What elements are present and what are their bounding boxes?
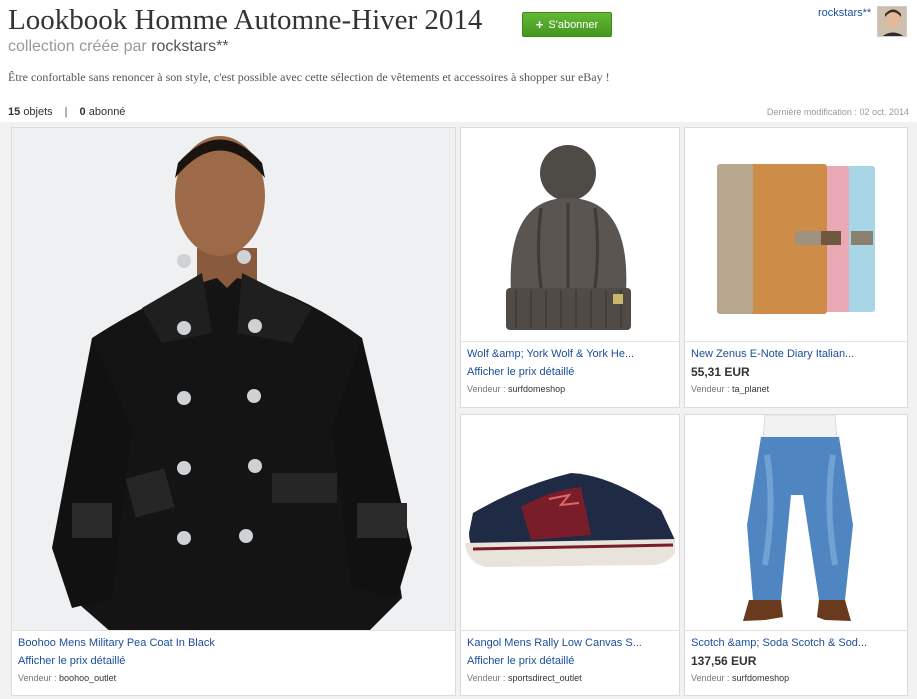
item-title-link[interactable]: New Zenus E-Note Diary Italian...	[691, 348, 901, 360]
stats-separator: |	[64, 106, 68, 118]
item-image[interactable]	[461, 415, 679, 633]
price-detail-link[interactable]: Afficher le prix détaillé	[467, 366, 574, 378]
collection-stats: 15 objets | 0 abonné	[8, 106, 125, 118]
byline-prefix: collection créée par	[8, 38, 147, 55]
item-card[interactable]: Boohoo Mens Military Pea Coat In Black A…	[11, 127, 456, 696]
collection-byline: collection créée par rockstars**	[8, 38, 229, 56]
seller-name: surfdomeshop	[732, 673, 790, 683]
seller-name: boohoo_outlet	[59, 673, 117, 683]
item-image[interactable]	[461, 128, 679, 344]
user-name-link[interactable]: rockstars**	[818, 7, 871, 19]
item-card[interactable]: New Zenus E-Note Diary Italian... 55,31 …	[684, 127, 908, 408]
subscribe-label: S'abonner	[548, 18, 599, 31]
jeans-image	[685, 415, 907, 633]
item-seller: Vendeur : ta_planet	[691, 384, 769, 394]
seller-label: Vendeur :	[691, 384, 730, 394]
collection-description: Être confortable sans renoncer à son sty…	[8, 70, 610, 84]
item-seller: Vendeur : boohoo_outlet	[18, 673, 116, 683]
user-avatar-image	[878, 7, 906, 36]
last-modified-label: Dernière modification :	[766, 107, 857, 117]
plus-icon: +	[535, 17, 544, 32]
item-card[interactable]: Wolf &amp; York Wolf & York He... Affich…	[460, 127, 680, 408]
item-info: New Zenus E-Note Diary Italian... 55,31 …	[685, 341, 907, 407]
diary-case-image	[685, 128, 907, 344]
seller-name: surfdomeshop	[508, 384, 566, 394]
pea-coat-image	[12, 128, 455, 633]
item-info: Boohoo Mens Military Pea Coat In Black A…	[12, 630, 455, 695]
seller-label: Vendeur :	[467, 673, 506, 683]
item-title-link[interactable]: Wolf &amp; York Wolf & York He...	[467, 348, 673, 360]
seller-name: sportsdirect_outlet	[508, 673, 582, 683]
avatar[interactable]	[877, 6, 907, 37]
item-info: Kangol Mens Rally Low Canvas S... Affich…	[461, 630, 679, 695]
item-seller: Vendeur : surfdomeshop	[691, 673, 789, 683]
owner-link[interactable]: rockstars**	[151, 38, 228, 55]
seller-name: ta_planet	[732, 384, 770, 394]
item-title-link[interactable]: Scotch &amp; Soda Scotch & Sod...	[691, 637, 901, 649]
seller-label: Vendeur :	[691, 673, 730, 683]
item-card[interactable]: Scotch &amp; Soda Scotch & Sod... 137,56…	[684, 414, 908, 696]
item-title-link[interactable]: Boohoo Mens Military Pea Coat In Black	[18, 637, 449, 649]
sneaker-image	[461, 415, 679, 633]
item-image[interactable]	[685, 128, 907, 344]
item-info: Scotch &amp; Soda Scotch & Sod... 137,56…	[685, 630, 907, 695]
item-price: 137,56 EUR	[691, 654, 757, 668]
seller-label: Vendeur :	[18, 673, 57, 683]
item-price: 55,31 EUR	[691, 365, 750, 379]
subscribe-button[interactable]: + S'abonner	[522, 12, 612, 37]
beanie-image	[461, 128, 679, 344]
follower-count-label: abonné	[88, 106, 126, 118]
page-title: Lookbook Homme Automne-Hiver 2014	[8, 4, 483, 36]
last-modified: Dernière modification : 02 oct. 2014	[767, 107, 909, 117]
item-seller: Vendeur : sportsdirect_outlet	[467, 673, 582, 683]
last-modified-date: 02 oct. 2014	[859, 107, 909, 117]
follower-count: 0	[79, 106, 86, 118]
item-info: Wolf &amp; York Wolf & York He... Affich…	[461, 341, 679, 407]
item-image[interactable]	[685, 415, 907, 633]
item-image[interactable]	[12, 128, 455, 633]
item-count: 15	[8, 106, 21, 118]
price-detail-link[interactable]: Afficher le prix détaillé	[467, 655, 574, 667]
seller-label: Vendeur :	[467, 384, 506, 394]
price-detail-link[interactable]: Afficher le prix détaillé	[18, 655, 125, 667]
item-seller: Vendeur : surfdomeshop	[467, 384, 565, 394]
item-title-link[interactable]: Kangol Mens Rally Low Canvas S...	[467, 637, 673, 649]
item-card[interactable]: Kangol Mens Rally Low Canvas S... Affich…	[460, 414, 680, 696]
item-count-label: objets	[23, 106, 53, 118]
